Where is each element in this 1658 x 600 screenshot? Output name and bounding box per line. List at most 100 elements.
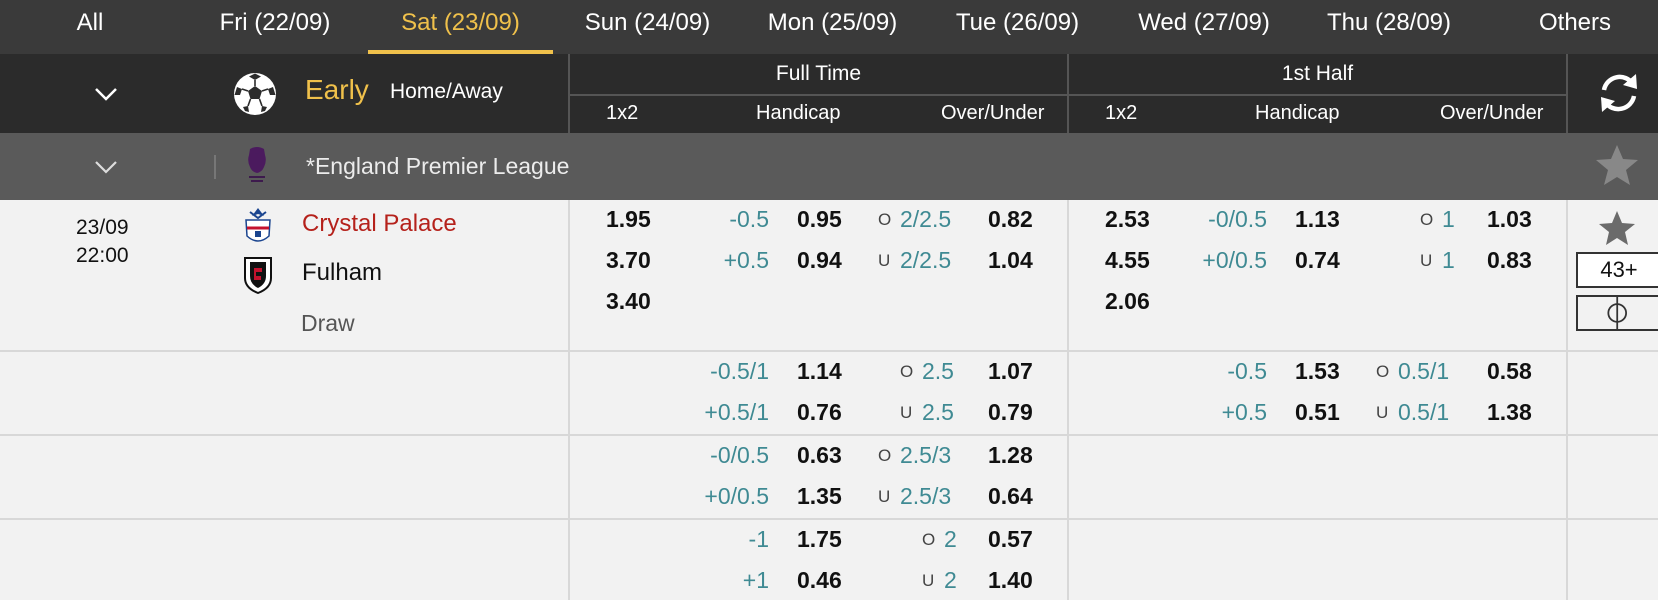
ft-hdp-home-odds[interactable]: 0.95 <box>797 206 842 233</box>
tab-tue[interactable]: Tue (26/09) <box>935 0 1100 54</box>
fh-ou-line[interactable]: 1 <box>1442 247 1455 274</box>
ft-hdp-home-line[interactable]: -0/0.5 <box>710 442 769 469</box>
early-filter[interactable]: Early <box>305 74 369 106</box>
tab-all[interactable]: All <box>40 0 140 54</box>
match-row: 23/09 22:00 Crystal Palace Fulham Draw 1… <box>0 200 1658 352</box>
ft-handicap-heading: Handicap <box>756 102 841 124</box>
under-label: U <box>878 251 891 270</box>
ft-ou-line[interactable]: 2 <box>944 567 957 594</box>
fh-ou-line[interactable]: 0.5/1 <box>1398 358 1449 385</box>
fh-ou-line[interactable]: 0.5/1 <box>1398 399 1449 426</box>
date-tabs: All Fri (22/09) Sat (23/09) Sun (24/09) … <box>0 0 1658 54</box>
tab-sat[interactable]: Sat (23/09) <box>368 0 553 54</box>
under-label: U <box>900 403 913 422</box>
live-pitch-icon[interactable] <box>1576 295 1658 331</box>
favorite-star-icon[interactable] <box>1597 208 1637 248</box>
fh-hdp-home-line[interactable]: -0.5 <box>1227 358 1267 385</box>
ft-ou-line[interactable]: 2/2.5 <box>900 247 951 274</box>
fh-hdp-away-odds[interactable]: 0.74 <box>1295 247 1340 274</box>
under-label: U <box>1376 403 1389 422</box>
alt-line-row: -1 1.75 +1 0.46 O 2 0.57 U 2 1.40 <box>0 520 1658 600</box>
tab-others[interactable]: Others <box>1515 0 1635 54</box>
over-label: O <box>900 362 914 381</box>
ft-1x2-home-odds[interactable]: 1.95 <box>606 206 651 233</box>
fh-hdp-home-line[interactable]: -0/0.5 <box>1208 206 1267 233</box>
ft-hdp-home-odds[interactable]: 1.14 <box>797 358 842 385</box>
fh-hdp-home-odds[interactable]: 1.13 <box>1295 206 1340 233</box>
crystal-palace-crest-icon <box>245 208 271 242</box>
over-label: O <box>878 446 892 465</box>
alt-line-row: -0/0.5 0.63 +0/0.5 1.35 O 2.5/3 1.28 U 2… <box>0 436 1658 520</box>
more-markets-badge[interactable]: 43+ <box>1576 252 1658 288</box>
league-name[interactable]: *England Premier League <box>306 153 569 180</box>
ft-hdp-away-odds[interactable]: 0.46 <box>797 567 842 594</box>
ft-over-odds[interactable]: 1.07 <box>988 358 1033 385</box>
ft-ou-line[interactable]: 2/2.5 <box>900 206 951 233</box>
ft-hdp-away-line[interactable]: +0.5/1 <box>704 399 769 426</box>
tab-thu[interactable]: Thu (28/09) <box>1305 0 1473 54</box>
soccer-ball-icon <box>234 73 276 115</box>
ft-ou-line[interactable]: 2.5 <box>922 399 954 426</box>
home-team[interactable]: Crystal Palace <box>302 210 457 238</box>
fh-hdp-away-line[interactable]: +0/0.5 <box>1202 247 1267 274</box>
divider <box>1566 54 1568 133</box>
fh-over-odds[interactable]: 0.58 <box>1487 358 1532 385</box>
ft-under-odds[interactable]: 0.64 <box>988 483 1033 510</box>
ft-hdp-away-line[interactable]: +0/0.5 <box>704 483 769 510</box>
ft-hdp-away-line[interactable]: +0.5 <box>724 247 769 274</box>
ft-over-odds[interactable]: 0.82 <box>988 206 1033 233</box>
league-header-row: *England Premier League <box>0 133 1658 200</box>
ft-ou-line[interactable]: 2.5/3 <box>900 442 951 469</box>
ft-1x2-heading: 1x2 <box>606 102 639 124</box>
refresh-icon[interactable] <box>1596 70 1642 116</box>
fh-1x2-home-odds[interactable]: 2.53 <box>1105 206 1150 233</box>
divider <box>214 155 216 179</box>
ft-hdp-home-odds[interactable]: 1.75 <box>797 526 842 553</box>
favorite-star-icon[interactable] <box>1594 142 1640 188</box>
ft-ou-line[interactable]: 2.5 <box>922 358 954 385</box>
tab-sun[interactable]: Sun (24/09) <box>565 0 730 54</box>
divider <box>1067 200 1069 600</box>
ft-over-under-heading: Over/Under <box>941 102 1045 124</box>
fulham-crest-icon <box>244 257 272 294</box>
ft-hdp-home-line[interactable]: -0.5/1 <box>710 358 769 385</box>
tab-fri[interactable]: Fri (22/09) <box>195 0 355 54</box>
ft-hdp-away-line[interactable]: +1 <box>743 567 769 594</box>
fh-hdp-away-odds[interactable]: 0.51 <box>1295 399 1340 426</box>
under-label: U <box>922 571 935 590</box>
fh-under-odds[interactable]: 0.83 <box>1487 247 1532 274</box>
ft-hdp-home-odds[interactable]: 0.63 <box>797 442 842 469</box>
ft-hdp-away-odds[interactable]: 1.35 <box>797 483 842 510</box>
ft-ou-line[interactable]: 2.5/3 <box>900 483 951 510</box>
divider <box>570 94 1566 96</box>
ft-under-odds[interactable]: 1.04 <box>988 247 1033 274</box>
chevron-down-icon[interactable] <box>92 153 120 181</box>
fh-1x2-draw-odds[interactable]: 2.06 <box>1105 288 1150 315</box>
ft-hdp-home-line[interactable]: -1 <box>749 526 769 553</box>
ft-over-odds[interactable]: 1.28 <box>988 442 1033 469</box>
premier-league-logo <box>248 147 266 182</box>
fh-hdp-home-odds[interactable]: 1.53 <box>1295 358 1340 385</box>
tab-wed[interactable]: Wed (27/09) <box>1120 0 1288 54</box>
ft-over-odds[interactable]: 0.57 <box>988 526 1033 553</box>
over-label: O <box>1420 210 1434 229</box>
fh-ou-line[interactable]: 1 <box>1442 206 1455 233</box>
ft-1x2-draw-odds[interactable]: 3.40 <box>606 288 651 315</box>
ft-1x2-away-odds[interactable]: 3.70 <box>606 247 651 274</box>
odds-header: Early Home/Away Full Time 1st Half 1x2 H… <box>0 54 1658 133</box>
fh-hdp-away-line[interactable]: +0.5 <box>1222 399 1267 426</box>
ft-hdp-away-odds[interactable]: 0.76 <box>797 399 842 426</box>
ft-under-odds[interactable]: 1.40 <box>988 567 1033 594</box>
fh-1x2-away-odds[interactable]: 4.55 <box>1105 247 1150 274</box>
alt-line-row: -0.5/1 1.14 +0.5/1 0.76 O 2.5 1.07 U 2.5… <box>0 352 1658 436</box>
tab-mon[interactable]: Mon (25/09) <box>745 0 920 54</box>
ft-under-odds[interactable]: 0.79 <box>988 399 1033 426</box>
home-away-filter[interactable]: Home/Away <box>390 80 503 104</box>
fh-over-odds[interactable]: 1.03 <box>1487 206 1532 233</box>
away-team[interactable]: Fulham <box>302 259 382 287</box>
fh-under-odds[interactable]: 1.38 <box>1487 399 1532 426</box>
ft-hdp-home-line[interactable]: -0.5 <box>729 206 769 233</box>
ft-ou-line[interactable]: 2 <box>944 526 957 553</box>
chevron-down-icon[interactable] <box>92 80 120 108</box>
ft-hdp-away-odds[interactable]: 0.94 <box>797 247 842 274</box>
